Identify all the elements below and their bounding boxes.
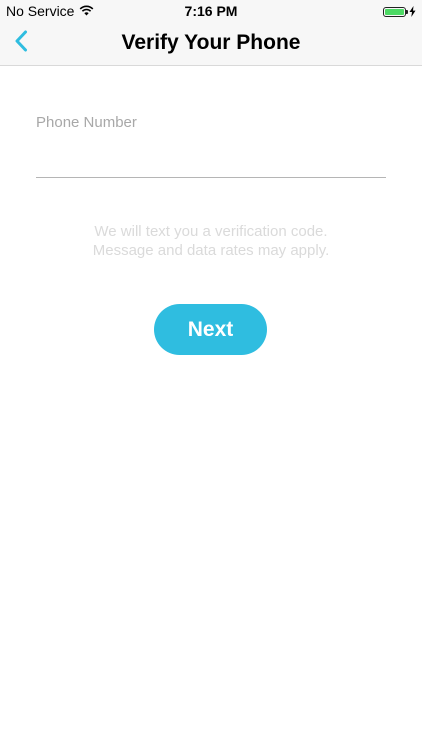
- battery-cap: [406, 10, 408, 14]
- bolt-icon: [409, 4, 416, 20]
- status-bar: No Service 7:16 PM: [0, 0, 422, 22]
- navigation-bar: Verify Your Phone: [0, 22, 422, 66]
- status-right: [383, 4, 416, 20]
- next-button[interactable]: Next: [154, 304, 267, 355]
- phone-number-label: Phone Number: [36, 114, 137, 131]
- hint-line-1: We will text you a verification code.: [94, 223, 328, 240]
- phone-number-input[interactable]: [36, 140, 386, 178]
- verification-hint: We will text you a verification code. Me…: [0, 222, 422, 260]
- hint-line-2: Message and data rates may apply.: [92, 242, 330, 259]
- battery-icon: [383, 7, 408, 17]
- battery-level: [385, 9, 404, 15]
- verify-phone-screen: No Service 7:16 PM Verify Your Phone Pho…: [0, 0, 422, 750]
- status-time: 7:16 PM: [184, 3, 238, 19]
- page-title: Verify Your Phone: [121, 31, 301, 54]
